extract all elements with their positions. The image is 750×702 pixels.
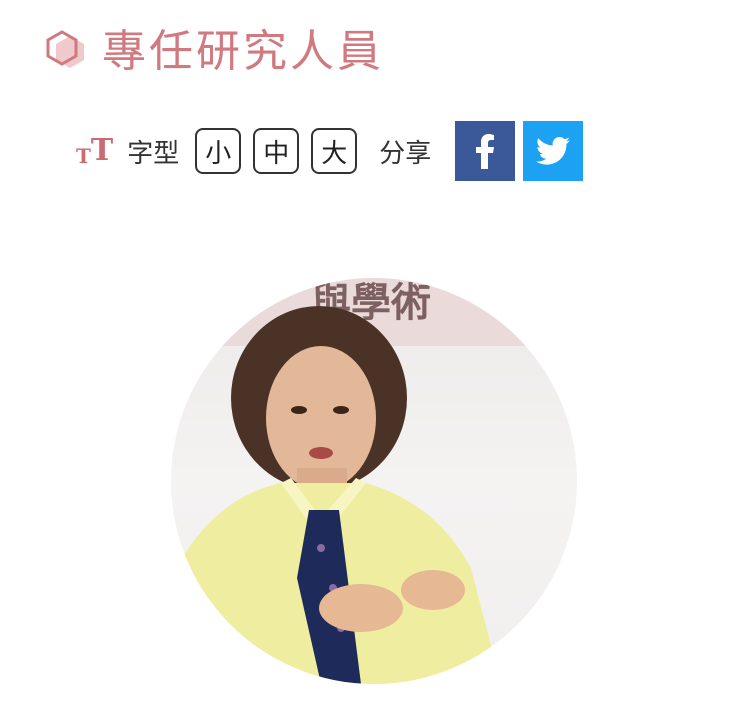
- portrait-image: 與學術: [171, 278, 577, 684]
- page-header: 專任研究人員: [40, 22, 384, 82]
- facebook-share-button[interactable]: [455, 121, 516, 181]
- researcher-photo: 與學術: [171, 278, 577, 684]
- font-medium-button[interactable]: 中: [253, 128, 300, 174]
- font-large-button[interactable]: 大: [311, 128, 358, 174]
- hexagon-icon: [46, 30, 84, 68]
- facebook-icon: [476, 134, 495, 169]
- twitter-icon: [536, 136, 571, 165]
- font-label: 字型: [127, 138, 180, 169]
- font-share-toolbar: TT 字型 小 中 大 分享: [76, 121, 591, 181]
- font-size-icon: TT: [76, 133, 114, 168]
- twitter-share-button[interactable]: [523, 121, 584, 181]
- font-small-button[interactable]: 小: [195, 128, 242, 174]
- share-label: 分享: [379, 138, 432, 169]
- page-title: 專任研究人員: [102, 26, 384, 77]
